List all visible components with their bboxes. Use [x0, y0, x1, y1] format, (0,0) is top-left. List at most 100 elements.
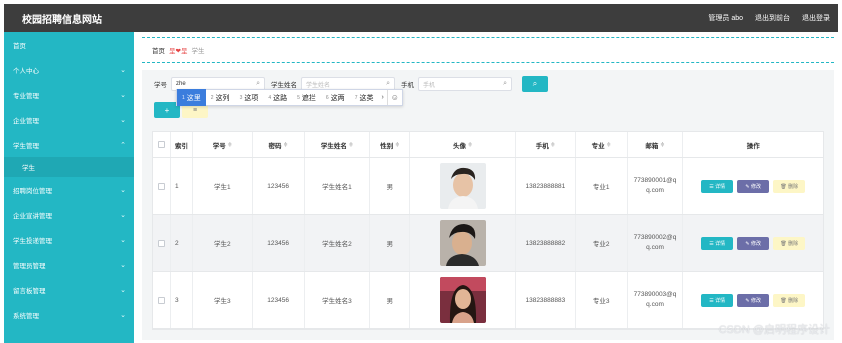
chevron-down-icon: ⌄ — [120, 261, 126, 269]
delete-button[interactable]: 🗑 删除 — [773, 236, 806, 250]
search-icon: ⌕ — [532, 79, 538, 88]
col-gender[interactable]: 性别 ≑ — [370, 132, 411, 157]
cell-phone: 13823888883 — [516, 272, 576, 328]
sidebar-item-applications[interactable]: 学生投递管理 ⌄ — [4, 227, 134, 252]
select-all-checkbox-cell[interactable] — [153, 132, 171, 157]
breadcrumb-home[interactable]: 首页 — [152, 45, 165, 55]
sidebar-item-system[interactable]: 系统管理 ⌄ — [4, 302, 134, 327]
breadcrumb-separator: 呈❤呈 — [169, 48, 188, 55]
logout-link[interactable]: 退出登录 — [802, 13, 830, 23]
sidebar-item-messages[interactable]: 留言板管理 ⌄ — [4, 277, 134, 302]
back-to-front-link[interactable]: 退出到前台 — [755, 13, 790, 23]
col-phone[interactable]: 手机 ≑ — [516, 132, 576, 157]
phone-input[interactable]: 手机 ⌕ — [418, 77, 512, 91]
sidebar-item-admins[interactable]: 管理员管理 ⌄ — [4, 252, 134, 277]
delete-button[interactable]: 🗑 删除 — [773, 293, 806, 307]
col-label: 学号 — [212, 142, 226, 150]
delete-button[interactable]: 🗑 删除 — [773, 179, 806, 193]
sort-icon[interactable]: ≑ — [551, 142, 555, 148]
email-line: 773890001@q — [633, 177, 677, 184]
sidebar-item-company-talks[interactable]: 企业宣讲管理 ⌄ — [4, 202, 134, 227]
col-major[interactable]: 专业 ≑ — [576, 132, 628, 157]
content-panel: 学号 zhe ⌕ 学生姓名 学生姓名 ⌕ 手机 手机 ⌕ ⌕ + ≡ 索引 学号… — [142, 70, 834, 340]
cell-phone: 13823888882 — [516, 215, 576, 271]
ime-candidate[interactable]: 2 这列 — [206, 89, 235, 106]
candidate-number: 3 — [239, 94, 243, 101]
col-label: 邮箱 — [645, 142, 659, 150]
sidebar-item-students[interactable]: 学生管理 ⌃ — [4, 132, 134, 157]
sidebar-item-personal-center[interactable]: 个人中心 ⌄ — [4, 57, 134, 82]
col-password[interactable]: 密码 ≑ — [253, 132, 305, 157]
cell-actions: ☰ 详情 ✎ 修改 🗑 删除 — [683, 215, 823, 271]
edit-button[interactable]: ✎ 修改 — [737, 179, 770, 193]
search-button[interactable]: ⌕ — [522, 76, 548, 92]
col-student-name[interactable]: 学生姓名 ≑ — [305, 132, 371, 157]
candidate-number: 6 — [325, 94, 329, 101]
col-label: 密码 — [268, 142, 282, 150]
sidebar-subitem-student[interactable]: 学生 — [4, 157, 134, 177]
ime-candidate[interactable]: 3 这项 — [235, 89, 264, 106]
col-label: 专业 — [591, 142, 605, 150]
col-email[interactable]: 邮箱 ≑ — [628, 132, 684, 157]
cell-student-id: 学生1 — [193, 158, 253, 214]
sort-icon[interactable]: ≑ — [284, 142, 288, 148]
checkbox[interactable] — [157, 182, 165, 190]
cell-student-name: 学生姓名2 — [305, 215, 371, 271]
chevron-down-icon: ⌄ — [120, 66, 126, 74]
ime-candidate[interactable]: 5 遮拦 — [292, 89, 321, 106]
ime-candidate[interactable]: 7 这类 — [350, 89, 379, 106]
row-checkbox-cell[interactable] — [153, 215, 171, 271]
checkbox[interactable] — [157, 141, 165, 148]
sidebar-item-label: 系统管理 — [13, 312, 39, 320]
cell-password: 123456 — [253, 158, 305, 214]
candidate-number: 1 — [182, 94, 185, 101]
col-avatar[interactable]: 头像 ≑ — [410, 132, 516, 157]
chevron-right-icon[interactable]: › — [378, 94, 386, 101]
detail-button[interactable]: ☰ 详情 — [701, 236, 734, 250]
chevron-down-icon: ⌄ — [120, 211, 126, 219]
sidebar-item-label: 个人中心 — [13, 67, 39, 75]
cell-index: 2 — [171, 215, 193, 271]
watermark: CSDN @启明程序设计 — [718, 324, 830, 336]
cell-avatar — [410, 272, 516, 328]
row-checkbox-cell[interactable] — [153, 272, 171, 328]
sidebar-item-home[interactable]: 首页 — [4, 32, 134, 57]
sort-icon[interactable]: ≑ — [607, 142, 611, 148]
cell-student-id: 学生2 — [193, 215, 253, 271]
checkbox[interactable] — [157, 239, 165, 247]
detail-button[interactable]: ☰ 详情 — [701, 179, 734, 193]
sort-icon[interactable]: ≑ — [228, 142, 232, 148]
sidebar-item-label: 专业管理 — [13, 92, 39, 100]
edit-button[interactable]: ✎ 修改 — [737, 293, 770, 307]
cell-student-name: 学生姓名1 — [305, 158, 371, 214]
sort-icon[interactable]: ≑ — [468, 142, 472, 148]
sidebar-item-company[interactable]: 企业管理 ⌄ — [4, 107, 134, 132]
cell-gender: 男 — [370, 272, 411, 328]
students-table: 索引 学号 ≑ 密码 ≑ 学生姓名 ≑ 性别 ≑ 头像 ≑ 手机 ≑ 专业 ≑ 邮箱 ≑ 操作 … — [152, 131, 824, 330]
sidebar-item-major[interactable]: 专业管理 ⌄ — [4, 82, 134, 107]
cell-email: 773890003@q q.com — [628, 272, 684, 328]
candidate-number: 5 — [297, 94, 300, 101]
sort-icon[interactable]: ≑ — [349, 142, 353, 148]
ime-candidate[interactable]: 1 这里 — [177, 89, 206, 106]
sort-icon[interactable]: ≑ — [395, 142, 399, 148]
admin-label: 管理员 abo — [708, 15, 743, 22]
detail-button[interactable]: ☰ 详情 — [701, 293, 734, 307]
email-line: q.com — [646, 187, 664, 194]
sort-icon[interactable]: ≑ — [660, 142, 664, 148]
checkbox[interactable] — [157, 296, 165, 304]
sidebar-item-job-posts[interactable]: 招聘岗位管理 ⌄ — [4, 177, 134, 202]
edit-button[interactable]: ✎ 修改 — [737, 236, 770, 250]
candidate-number: 2 — [210, 94, 214, 101]
emoji-icon[interactable]: ☺ — [386, 90, 402, 105]
ime-candidate[interactable]: 4 这路 — [263, 89, 292, 106]
ime-candidate[interactable]: 6 这两 — [321, 89, 350, 106]
col-student-id[interactable]: 学号 ≑ — [193, 132, 253, 157]
sidebar-item-label: 招聘岗位管理 — [13, 187, 52, 195]
candidate-text: 这两 — [330, 94, 345, 102]
sidebar-item-label: 留言板管理 — [13, 287, 46, 295]
email-line: q.com — [646, 301, 664, 308]
row-actions: ☰ 详情 ✎ 修改 🗑 删除 — [701, 236, 806, 250]
row-checkbox-cell[interactable] — [153, 158, 171, 214]
breadcrumb-current: 学生 — [191, 48, 205, 55]
